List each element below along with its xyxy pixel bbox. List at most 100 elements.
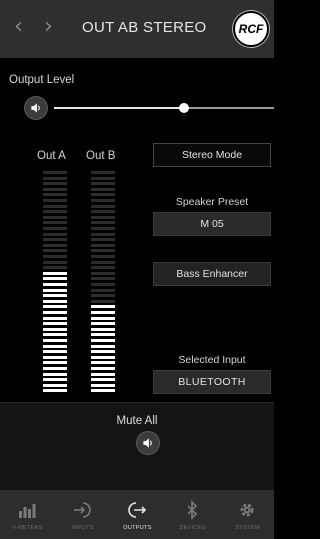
meter-segment xyxy=(43,350,67,354)
meter-segment xyxy=(91,344,115,348)
meter-segment xyxy=(43,389,67,393)
meter-segment xyxy=(43,182,67,186)
meter-segment xyxy=(43,238,67,242)
tab-bar: V-METERS INPUTS OUTPUTS DEVICES SYSTEM xyxy=(0,490,274,539)
meter-segment xyxy=(43,355,67,359)
meter-segment xyxy=(43,193,67,197)
meter-segment xyxy=(91,389,115,393)
bars-icon xyxy=(19,504,36,518)
speaker-preset-label: Speaker Preset xyxy=(175,196,249,208)
meter-segment xyxy=(91,266,115,270)
meter-segment xyxy=(43,221,67,225)
tab-outputs[interactable]: OUTPUTS xyxy=(110,490,165,539)
meter-segment xyxy=(43,311,67,314)
meter-segment xyxy=(43,288,67,292)
meter-segment xyxy=(43,383,67,387)
meter-segment xyxy=(43,204,67,208)
gear-icon xyxy=(240,503,254,517)
meter-segment xyxy=(91,182,115,186)
meter-segment xyxy=(43,187,67,191)
speaker-icon xyxy=(143,438,152,448)
meter-label-out-a: Out A xyxy=(37,150,66,162)
speaker-icon xyxy=(31,103,40,113)
selected-input-select[interactable]: BLUETOOTH xyxy=(153,370,271,394)
input-icon xyxy=(74,502,91,518)
meter-segment xyxy=(43,249,67,253)
output-mute-button[interactable] xyxy=(24,96,48,120)
meter-segment xyxy=(43,316,67,320)
meter-segment xyxy=(91,367,115,370)
meter-segment xyxy=(43,294,67,298)
meter-segment xyxy=(91,361,115,365)
meter-segment xyxy=(43,322,67,326)
meter-segment xyxy=(43,227,67,230)
output-level-slider[interactable] xyxy=(54,103,274,113)
meter-segment xyxy=(91,316,115,320)
meter-out-b xyxy=(91,171,115,394)
meter-segment xyxy=(43,305,67,309)
meter-segment xyxy=(43,378,67,382)
meter-segment xyxy=(91,260,115,264)
meter-segment xyxy=(43,344,67,348)
slider-fill xyxy=(54,107,184,109)
header-bar: ‹ › OUT AB STEREO RCF xyxy=(0,0,274,58)
meter-segment xyxy=(91,299,115,303)
meter-segment xyxy=(91,327,115,331)
output-level-label: Output Level xyxy=(9,74,75,86)
speaker-preset-select[interactable]: M 05 xyxy=(153,212,271,236)
meter-segment xyxy=(43,283,67,286)
meter-segment xyxy=(43,243,67,247)
meter-segment xyxy=(43,271,67,275)
mute-all-button[interactable] xyxy=(136,431,160,455)
meter-segment xyxy=(43,199,67,202)
meter-segment xyxy=(91,232,115,236)
meter-segment xyxy=(91,355,115,359)
back-arrow-icon[interactable]: ‹ xyxy=(14,14,23,40)
meter-out-a xyxy=(43,171,67,394)
meter-segment xyxy=(91,294,115,298)
meter-segment xyxy=(43,361,67,365)
meter-segment xyxy=(91,333,115,337)
meter-segment xyxy=(43,171,67,174)
meter-segment xyxy=(43,255,67,258)
tab-v-meters[interactable]: V-METERS xyxy=(0,490,55,539)
bass-enhancer-button[interactable]: Bass Enhancer xyxy=(153,262,271,286)
meter-segment xyxy=(43,260,67,264)
tab-devices[interactable]: DEVICES xyxy=(165,490,220,539)
meter-segment xyxy=(43,176,67,180)
tab-label: INPUTS xyxy=(71,525,94,531)
meter-segment xyxy=(91,339,115,342)
meter-segment xyxy=(91,176,115,180)
meter-segment xyxy=(43,327,67,331)
tab-label: V-METERS xyxy=(12,525,43,531)
meter-segment xyxy=(91,271,115,275)
selected-input-label: Selected Input xyxy=(178,354,246,366)
meter-segment xyxy=(43,339,67,342)
meter-segment xyxy=(91,199,115,202)
meter-segment xyxy=(91,171,115,174)
tab-inputs[interactable]: INPUTS xyxy=(55,490,110,539)
mute-section: Mute All xyxy=(0,402,274,490)
meter-segment xyxy=(91,383,115,387)
meter-segment xyxy=(43,333,67,337)
meter-segment xyxy=(91,187,115,191)
mute-all-label: Mute All xyxy=(116,415,158,427)
meter-segment xyxy=(91,215,115,219)
meter-segment xyxy=(43,266,67,270)
forward-arrow-icon[interactable]: › xyxy=(44,14,53,40)
slider-knob[interactable] xyxy=(178,103,189,113)
output-icon xyxy=(128,502,147,518)
stereo-mode-button[interactable]: Stereo Mode xyxy=(153,143,271,167)
tab-label: OUTPUTS xyxy=(123,525,152,531)
tab-system[interactable]: SYSTEM xyxy=(220,490,275,539)
meter-segment xyxy=(91,227,115,230)
meter-segment xyxy=(91,210,115,214)
meter-segment xyxy=(91,221,115,225)
logo-text: RCF xyxy=(238,22,264,36)
meter-label-out-b: Out B xyxy=(86,150,116,162)
tab-label: DEVICES xyxy=(179,525,206,531)
meter-segment xyxy=(91,238,115,242)
meter-segment xyxy=(91,378,115,382)
meter-segment xyxy=(91,243,115,247)
bluetooth-icon xyxy=(187,500,198,520)
